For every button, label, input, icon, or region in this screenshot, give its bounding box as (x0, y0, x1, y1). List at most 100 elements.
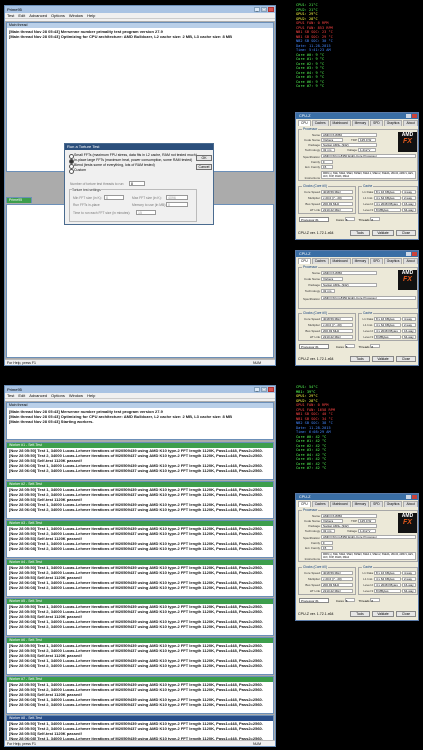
validate-button[interactable]: Validate (372, 611, 394, 617)
tdp-value: 125.0 W (358, 519, 376, 523)
minimized-window[interactable]: Prime95 (6, 197, 32, 203)
menu-item-window[interactable]: Window (69, 13, 83, 18)
close-icon[interactable] (412, 495, 417, 499)
menu-item-options[interactable]: Options (51, 13, 65, 18)
cpuz-version: CPU-Z ver. 1.72.1.x64 (298, 231, 334, 235)
bus-speed-value: 200.93 MHz (321, 329, 353, 333)
tab-spd[interactable]: SPD (370, 258, 383, 264)
selection-select[interactable]: Processor #1 (299, 598, 329, 603)
prime95-titlebar[interactable]: Prime95 _ □ (5, 386, 275, 393)
tab-caches[interactable]: Caches (311, 501, 329, 507)
close-icon[interactable] (412, 114, 417, 118)
tools-button[interactable]: Tools (350, 611, 370, 617)
tab-mainboard[interactable]: Mainboard (329, 501, 351, 507)
clocks-section-label: Clocks (Core #0) (302, 184, 328, 188)
tab-graphics[interactable]: Graphics (383, 501, 403, 507)
worker-window[interactable]: Worker #6 - Self-Test [Nov 28 05:50] Test… (6, 637, 274, 675)
max-fft-input[interactable]: 4096 (166, 195, 188, 200)
cpuz-titlebar[interactable]: CPU-Z (296, 494, 418, 500)
clocks-section: Clocks (Core #0) Core Speed 4018.59 MHz M… (298, 184, 356, 214)
close-button[interactable]: Close (396, 611, 416, 617)
main-thread-window[interactable]: Main thread [Main thread Nov 28 05:43] M… (6, 402, 274, 440)
worker-window[interactable]: Worker #4 - Self-Test [Nov 28 05:50] Test… (6, 559, 274, 597)
worker-window[interactable]: Worker #1 - Self-Test [Nov 28 05:50] Test… (6, 442, 274, 480)
selection-select[interactable]: Processor #1 (299, 217, 329, 222)
cancel-button[interactable]: Cancel (196, 164, 212, 170)
processor-section: Processor Name AMD FX-8350 Code Name Vishe… (298, 508, 418, 562)
minimize-button[interactable] (406, 495, 411, 499)
min-fft-input[interactable]: 8 (104, 195, 124, 200)
processor-section: Processor Name AMD FX-8350 Code Name Vishe… (298, 127, 418, 181)
tab-memory[interactable]: Memory (351, 120, 370, 126)
l2-assoc: 16-way (402, 202, 416, 206)
tab-about[interactable]: About (403, 120, 418, 126)
worker-window[interactable]: Worker #2 - Self-Test [Nov 28 05:50] Test… (6, 481, 274, 519)
log-line: [Main thread Nov 28 05:43] Starting work… (9, 419, 94, 424)
tab-memory[interactable]: Memory (351, 501, 370, 507)
prime95-titlebar[interactable]: Prime95 _ □ (5, 6, 275, 13)
tab-spd[interactable]: SPD (370, 120, 383, 126)
run-fft-checkbox[interactable]: Run FFTs in-place (73, 203, 100, 207)
tab-cpu[interactable]: CPU (298, 258, 311, 264)
blank-document-window[interactable] (6, 204, 274, 358)
technology-label: Technology (304, 529, 320, 533)
tab-graphics[interactable]: Graphics (383, 120, 403, 126)
menu-item-window[interactable]: Window (69, 393, 83, 398)
tab-memory[interactable]: Memory (351, 258, 370, 264)
ext-family-label: Ext. Family (305, 165, 320, 169)
menu-item-advanced[interactable]: Advanced (29, 393, 47, 398)
cpuz-tabs: CPU Caches Mainboard Memory SPD Graphics About (296, 119, 418, 126)
menu-item-help[interactable]: Help (87, 393, 95, 398)
menu-item-advanced[interactable]: Advanced (29, 13, 47, 18)
validate-button[interactable]: Validate (372, 356, 394, 362)
minimize-button[interactable]: _ (254, 7, 260, 12)
minimize-button[interactable] (406, 252, 411, 256)
threads-label: Threads (358, 345, 370, 349)
custom-radio[interactable]: Custom (66, 168, 194, 174)
tab-graphics[interactable]: Graphics (383, 258, 403, 264)
close-button[interactable] (268, 7, 274, 12)
menu-item-edit[interactable]: Edit (18, 13, 25, 18)
minimized-window-title[interactable]: Prime95 (7, 198, 31, 203)
tab-mainboard[interactable]: Mainboard (329, 120, 351, 126)
menu-item-help[interactable]: Help (87, 13, 95, 18)
validate-button[interactable]: Validate (372, 230, 394, 236)
tools-button[interactable]: Tools (350, 356, 370, 362)
menu-item-test[interactable]: Test (7, 13, 14, 18)
selection-select[interactable]: Processor #1 (299, 344, 329, 349)
close-icon[interactable] (412, 252, 417, 256)
minimize-button[interactable] (406, 114, 411, 118)
tab-spd[interactable]: SPD (370, 501, 383, 507)
minimize-button[interactable]: _ (254, 387, 260, 392)
close-button[interactable]: Close (396, 356, 416, 362)
tab-cpu[interactable]: CPU (298, 501, 311, 507)
time-input[interactable]: 15 (136, 210, 156, 215)
menu-item-options[interactable]: Options (51, 393, 65, 398)
tab-mainboard[interactable]: Mainboard (329, 258, 351, 264)
memory-input[interactable]: 0 (166, 202, 188, 207)
fx-logo-text: FX (403, 519, 412, 526)
tab-caches[interactable]: Caches (311, 258, 329, 264)
close-button[interactable] (268, 387, 274, 392)
ok-button[interactable]: OK (196, 155, 212, 161)
tab-cpu[interactable]: CPU (298, 120, 311, 126)
maximize-button[interactable]: □ (261, 7, 267, 12)
maximize-button[interactable]: □ (261, 387, 267, 392)
main-thread-log: [Main thread Nov 28 05:43] Mersenne numb… (7, 408, 273, 424)
threads-input[interactable]: 8 (129, 181, 145, 186)
cpuz-titlebar[interactable]: CPU-Z (296, 113, 418, 119)
tools-button[interactable]: Tools (350, 230, 370, 236)
worker-window[interactable]: Worker #7 - Self-Test [Nov 28 05:50] Test… (6, 676, 274, 714)
status-num: NUM (253, 361, 261, 365)
worker-window[interactable]: Worker #3 - Self-Test [Nov 28 05:50] Test… (6, 520, 274, 558)
tab-about[interactable]: About (403, 258, 418, 264)
time-label: Time to run each FFT size (in minutes): (73, 211, 131, 215)
cpuz-titlebar[interactable]: CPU-Z (296, 251, 418, 257)
close-button[interactable]: Close (396, 230, 416, 236)
worker-window[interactable]: Worker #5 - Self-Test [Nov 28 05:50] Test… (6, 598, 274, 636)
tab-about[interactable]: About (403, 501, 418, 507)
menu-item-test[interactable]: Test (7, 393, 14, 398)
menu-item-edit[interactable]: Edit (18, 393, 25, 398)
instructions-value: MMX(+), SSE, SSE2, SSE3, SSSE3, SSE4.1, … (321, 552, 416, 560)
tab-caches[interactable]: Caches (311, 120, 329, 126)
